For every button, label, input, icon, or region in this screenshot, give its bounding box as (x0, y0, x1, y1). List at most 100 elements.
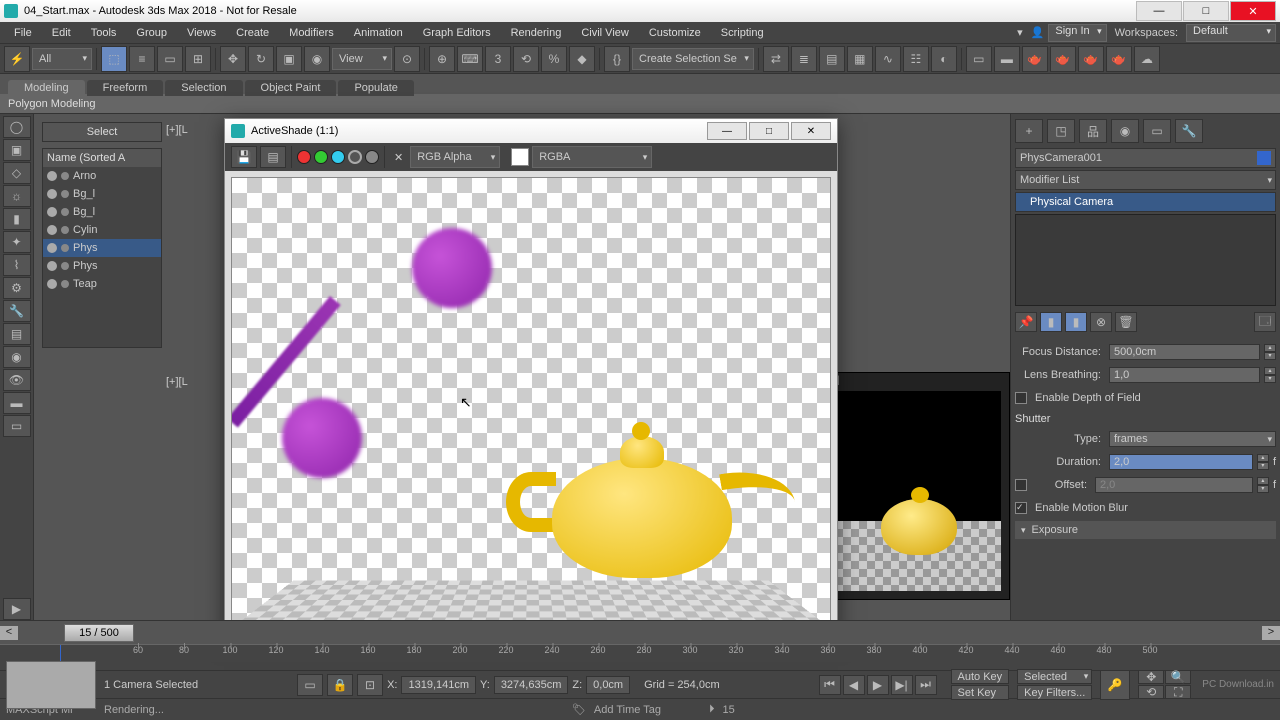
nav-orbit-icon[interactable]: ⟲ (1138, 685, 1164, 699)
menu-create[interactable]: Create (226, 25, 279, 41)
lights-icon[interactable]: ☼ (3, 185, 31, 207)
minimize-button[interactable]: — (1136, 1, 1182, 21)
modifier-stack-item[interactable]: Physical Camera (1015, 192, 1276, 212)
viewport-thumbnail[interactable]: ding ] (810, 372, 1010, 600)
select-name-button[interactable]: ≡ (129, 46, 155, 72)
lens-breathing-input[interactable]: 1,0 (1109, 367, 1260, 383)
lens-spin-up[interactable]: ▴ (1264, 367, 1276, 375)
ribbon-tab-modeling[interactable]: Modeling (8, 80, 85, 96)
rw-viewport-dropdown[interactable]: RGB Alpha (410, 146, 500, 168)
viewport-label-tl[interactable]: [+][L (166, 124, 188, 136)
viewport-label-bl[interactable]: [+][L (166, 376, 188, 388)
setkey-button[interactable]: Set Key (951, 685, 1010, 700)
cp-utilities-tab[interactable]: 🔧 (1175, 119, 1203, 143)
spinner-snap-button[interactable]: ◆ (569, 46, 595, 72)
rw-save-icon[interactable]: 💾 (231, 146, 257, 168)
menu-graph-editors[interactable]: Graph Editors (413, 25, 501, 41)
signin-dropdown[interactable]: Sign In (1048, 24, 1106, 42)
refcoord-dropdown[interactable]: View (332, 48, 392, 70)
viewport-area[interactable]: Select Name (Sorted A ArnoBg_lBg_lCylinP… (34, 114, 1010, 620)
scene-item[interactable]: Bg_l (43, 185, 161, 203)
visibility-icon[interactable] (47, 261, 57, 271)
motion-blur-checkbox[interactable] (1015, 502, 1027, 514)
close-button[interactable]: ✕ (1230, 1, 1276, 21)
rw-minimize-button[interactable]: — (707, 122, 747, 140)
ribbon-tab-populate[interactable]: Populate (338, 80, 413, 96)
enable-dof-checkbox[interactable] (1015, 392, 1027, 404)
render-canvas[interactable]: ↖ (231, 177, 831, 629)
freeze-icon[interactable] (61, 262, 69, 270)
isolate-icon[interactable]: ⊡ (357, 674, 383, 696)
rw-blue-channel[interactable] (331, 150, 345, 164)
help-icon[interactable]: ▾ (1013, 26, 1027, 39)
configure-sets-icon[interactable]: 🗔 (1254, 312, 1276, 332)
scene-item[interactable]: Cylin (43, 221, 161, 239)
menu-modifiers[interactable]: Modifiers (279, 25, 344, 41)
scene-item[interactable]: Bg_l (43, 203, 161, 221)
duration-input[interactable]: 2,0 (1109, 454, 1253, 470)
menu-edit[interactable]: Edit (42, 25, 81, 41)
cp-create-tab[interactable]: + (1015, 119, 1043, 143)
key-mode-dropdown[interactable]: Selected (1017, 669, 1092, 684)
material-editor-button[interactable]: ◐ (931, 46, 957, 72)
rw-close-button[interactable]: ✕ (791, 122, 831, 140)
layer-button[interactable]: ▤ (819, 46, 845, 72)
utilities-icon[interactable]: ▬ (3, 392, 31, 414)
prev-frame-icon[interactable]: ◀ (843, 675, 865, 695)
percent-snap-button[interactable]: % (541, 46, 567, 72)
show-end-result-icon[interactable]: ▮ (1040, 312, 1062, 332)
named-selection-dropdown[interactable]: Create Selection Se (632, 48, 754, 70)
scene-item[interactable]: Arno (43, 167, 161, 185)
lock-icon[interactable]: 🔒 (327, 674, 353, 696)
lens-spin-down[interactable]: ▾ (1264, 375, 1276, 383)
autokey-button[interactable]: Auto Key (951, 669, 1010, 684)
scene-explorer[interactable]: Name (Sorted A ArnoBg_lBg_lCylinPhysPhys… (42, 148, 162, 348)
visibility-icon[interactable] (47, 171, 57, 181)
time-slider[interactable]: < 15 / 500 > (0, 620, 1280, 644)
ribbon-tab-object-paint[interactable]: Object Paint (245, 80, 337, 96)
delete-modifier-icon[interactable]: 🗑 (1115, 312, 1137, 332)
pin-stack-icon[interactable]: 📌 (1015, 312, 1037, 332)
toggle-ribbon-button[interactable]: ▦ (847, 46, 873, 72)
cp-modify-tab[interactable]: ◳ (1047, 119, 1075, 143)
scene-item[interactable]: Phys (43, 239, 161, 257)
freeze-icon[interactable] (61, 190, 69, 198)
rw-maximize-button[interactable]: □ (749, 122, 789, 140)
freeze-icon[interactable] (61, 208, 69, 216)
placement-button[interactable]: ◉ (304, 46, 330, 72)
modifier-list-dropdown[interactable]: Modifier List (1015, 170, 1276, 190)
cp-display-tab[interactable]: ▭ (1143, 119, 1171, 143)
render-cloud-button[interactable]: ☁ (1134, 46, 1160, 72)
coord-x-field[interactable]: 1319,141cm (401, 676, 476, 694)
time-tag-icon[interactable]: 🏷 (572, 703, 586, 716)
modifier-stack-list[interactable] (1015, 214, 1276, 306)
freeze-icon[interactable] (61, 172, 69, 180)
menu-group[interactable]: Group (126, 25, 177, 41)
duration-spin-up[interactable]: ▴ (1257, 454, 1269, 462)
next-frame-icon[interactable]: ▶| (891, 675, 913, 695)
expand-icon[interactable]: ▶ (3, 598, 31, 620)
nav-zoom-icon[interactable]: 🔍 (1165, 670, 1191, 684)
freeze-icon[interactable] (61, 280, 69, 288)
spacewarps-icon[interactable]: ⌇ (3, 254, 31, 276)
render-prod-button[interactable]: 🫖 (1050, 46, 1076, 72)
move-button[interactable]: ✥ (220, 46, 246, 72)
object-name-field[interactable]: PhysCamera001 (1015, 148, 1276, 168)
object-color-swatch[interactable] (1257, 151, 1271, 165)
goto-start-icon[interactable]: ⏮ (819, 675, 841, 695)
focus-distance-input[interactable]: 500,0cm (1109, 344, 1260, 360)
scene-header[interactable]: Name (Sorted A (43, 149, 161, 167)
menu-customize[interactable]: Customize (639, 25, 711, 41)
render-setup-button[interactable]: ▭ (966, 46, 992, 72)
misc-icon[interactable]: ▭ (3, 415, 31, 437)
edit-selection-set-button[interactable]: {} (604, 46, 630, 72)
freeze-icon[interactable] (61, 244, 69, 252)
cp-hierarchy-tab[interactable]: 品 (1079, 119, 1107, 143)
manipulate-button[interactable]: ⊕ (429, 46, 455, 72)
utility-icon[interactable]: 🔧 (3, 300, 31, 322)
menu-scripting[interactable]: Scripting (711, 25, 774, 41)
maxscript-icon[interactable]: ⚡ (4, 46, 30, 72)
ribbon-tab-selection[interactable]: Selection (165, 80, 242, 96)
status-thumbnail[interactable] (6, 661, 96, 709)
key-big-icon[interactable]: 🔑 (1100, 670, 1130, 700)
